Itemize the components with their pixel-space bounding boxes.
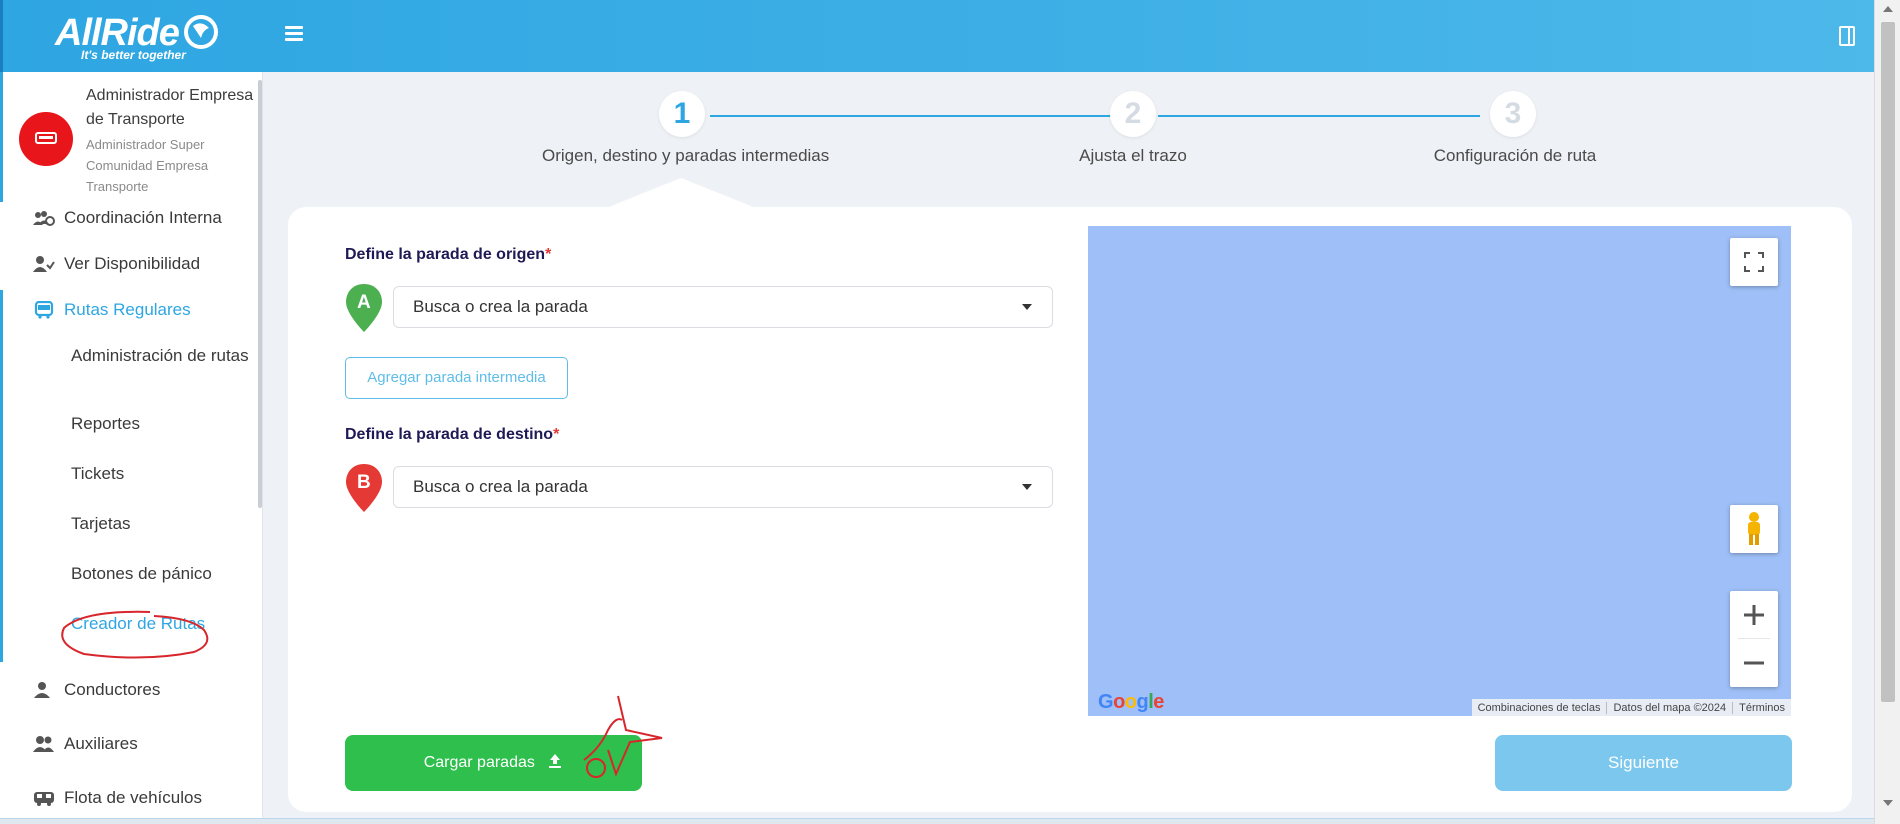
terms-link[interactable]: Términos <box>1732 701 1791 714</box>
step-1-label: Origen, destino y paradas intermedias <box>542 146 830 165</box>
map-view[interactable]: Google Combinaciones de teclas Datos del… <box>1088 226 1791 716</box>
google-logo: Google <box>1098 691 1164 713</box>
sidebar-item-coordinacion[interactable]: Coordinación Interna <box>0 198 258 238</box>
vehicle-icon <box>34 792 54 806</box>
map-data-text: Datos del mapa ©2024 <box>1606 701 1732 714</box>
scrollbar-thumb[interactable] <box>1881 22 1895 702</box>
chevron-down-icon <box>1022 484 1032 490</box>
origin-label: Define la parada de origen* <box>345 246 552 263</box>
step-connector <box>1158 115 1480 117</box>
fullscreen-icon <box>1744 252 1764 272</box>
zoom-in-button[interactable] <box>1730 591 1778 639</box>
page-scrollbar[interactable] <box>1874 0 1900 824</box>
sidebar-item-label: Rutas Regulares <box>64 300 191 319</box>
step-2-circle[interactable]: 2 <box>1110 91 1156 137</box>
allride-logo[interactable]: AllRide It's better together <box>55 12 225 62</box>
step-3-circle[interactable]: 3 <box>1490 91 1536 137</box>
sidebar-item-label: Auxiliares <box>64 734 138 753</box>
panel-toggle-icon[interactable] <box>1839 26 1855 46</box>
sidebar-item-conductores[interactable]: Conductores <box>0 670 258 710</box>
avatar <box>19 112 73 166</box>
step-2-label: Ajusta el trazo <box>1079 146 1187 165</box>
destination-select-value: Busca o crea la parada <box>413 477 588 496</box>
step-3-label: Configuración de ruta <box>1433 146 1597 165</box>
zoom-out-button[interactable] <box>1730 639 1778 687</box>
destination-label: Define la parada de destino* <box>345 426 560 443</box>
sidebar-subitem-botones-panico[interactable]: Botones de pánico <box>71 561 251 587</box>
sidebar-subitem-tickets[interactable]: Tickets <box>71 461 251 487</box>
sidebar-item-flota[interactable]: Flota de vehículos <box>0 778 258 818</box>
sidebar: Administrador Empresa de Transporte Admi… <box>0 72 263 824</box>
zoom-control <box>1730 591 1778 687</box>
add-intermediate-stop-button[interactable]: Agregar parada intermedia <box>345 357 568 399</box>
sidebar-item-label: Flota de vehículos <box>64 788 202 807</box>
plus-icon <box>1744 605 1764 625</box>
sidebar-item-disponibilidad[interactable]: Ver Disponibilidad <box>0 244 258 284</box>
scroll-up-icon[interactable] <box>1883 6 1893 12</box>
upload-stops-label: Cargar paradas <box>423 754 535 771</box>
logo-bird-icon <box>184 15 218 49</box>
upload-icon <box>549 754 562 768</box>
next-button[interactable]: Siguiente <box>1495 735 1792 791</box>
fullscreen-button[interactable] <box>1730 238 1778 286</box>
step-connector <box>710 115 1114 117</box>
bottom-strip <box>0 818 1874 824</box>
sidebar-subitem-creador-rutas[interactable]: Creador de Rutas <box>71 611 251 637</box>
map-attribution: Combinaciones de teclas Datos del mapa ©… <box>1471 699 1791 716</box>
active-step-caret <box>606 178 756 208</box>
sidebar-scrollbar[interactable] <box>258 80 262 508</box>
pin-b-letter: B <box>357 472 371 493</box>
rutas-group: Rutas Regulares Administración de rutas … <box>0 290 258 662</box>
app-root: AllRide It's better together Administrad… <box>0 0 1900 824</box>
group-icon <box>33 211 55 226</box>
step-1-circle[interactable]: 1 <box>659 91 705 137</box>
keyboard-shortcuts-link[interactable]: Combinaciones de teclas <box>1472 702 1607 714</box>
upload-stops-button[interactable]: Cargar paradas <box>345 735 642 791</box>
bus-icon <box>34 301 54 319</box>
sidebar-item-rutas-regulares[interactable]: Rutas Regulares <box>0 290 258 330</box>
user-role: Administrador Super Comunidad Empresa Tr… <box>86 137 209 194</box>
scroll-down-icon[interactable] <box>1883 800 1893 806</box>
driver-icon <box>34 682 50 698</box>
sidebar-item-label: Coordinación Interna <box>64 208 222 227</box>
sidebar-subitem-reportes[interactable]: Reportes <box>71 411 251 437</box>
bus-icon <box>35 132 57 144</box>
sidebar-item-label: Ver Disponibilidad <box>64 254 201 273</box>
minus-icon <box>1744 661 1764 665</box>
user-check-icon <box>33 256 55 272</box>
origin-select[interactable]: Busca o crea la parada <box>393 286 1053 328</box>
sidebar-item-auxiliares[interactable]: Auxiliares <box>0 724 258 764</box>
user-profile: Administrador Empresa de Transporte Admi… <box>0 72 258 202</box>
top-header: AllRide It's better together <box>0 0 1874 72</box>
sidebar-item-label: Conductores <box>64 680 161 699</box>
pegman-icon <box>1748 512 1760 545</box>
pin-a-letter: A <box>357 292 371 313</box>
menu-hamburger-icon[interactable] <box>285 26 303 42</box>
destination-select[interactable]: Busca o crea la parada <box>393 466 1053 508</box>
sidebar-subitem-tarjetas[interactable]: Tarjetas <box>71 511 251 537</box>
user-name: Administrador Empresa de Transporte <box>86 87 254 128</box>
users-icon <box>33 736 54 752</box>
sidebar-subitem-administracion[interactable]: Administración de rutas <box>71 343 251 369</box>
logo-tagline: It's better together <box>81 48 186 62</box>
origin-select-value: Busca o crea la parada <box>413 297 588 316</box>
chevron-down-icon <box>1022 304 1032 310</box>
street-view-button[interactable] <box>1730 505 1778 553</box>
